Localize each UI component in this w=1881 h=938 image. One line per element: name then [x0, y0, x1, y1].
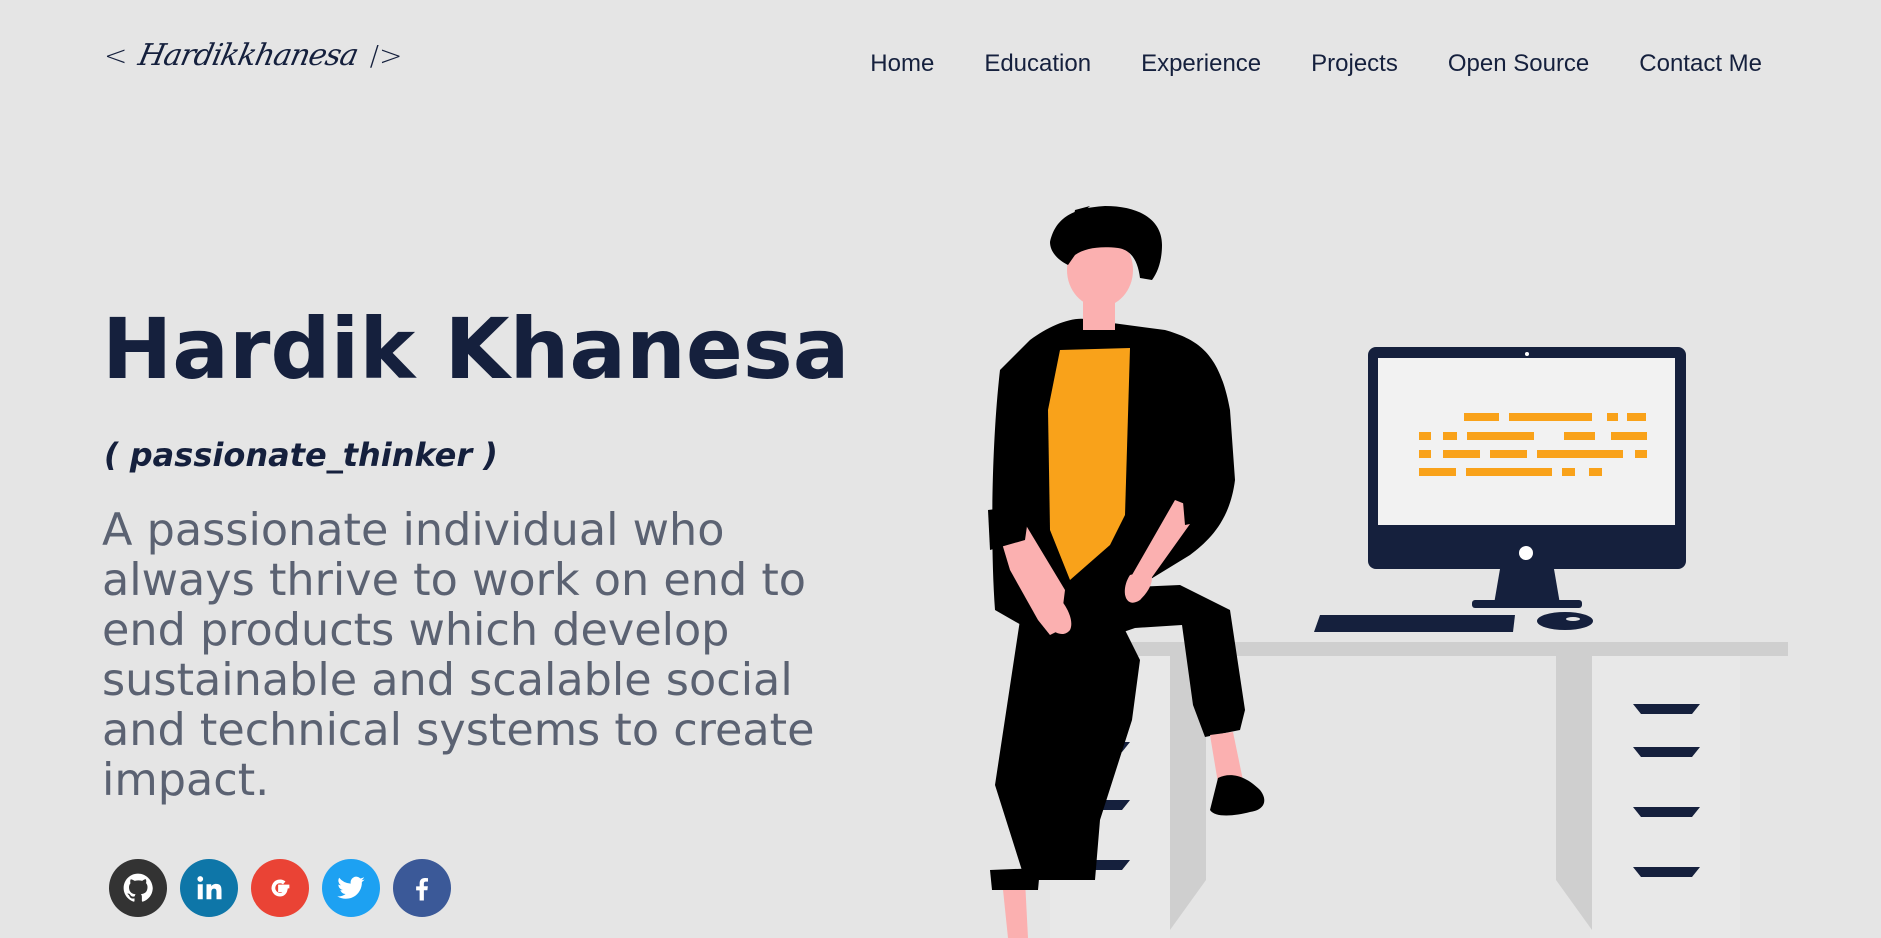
logo-signature: Hardikkhanesa	[135, 38, 362, 73]
person-shoe	[1210, 775, 1265, 816]
monitor-stand	[1494, 569, 1560, 604]
twitter-icon	[337, 876, 365, 899]
desk-right-drawers	[1590, 656, 1740, 938]
nav-contact-me[interactable]: Contact Me	[1639, 50, 1762, 78]
twitter-button[interactable]	[322, 859, 380, 917]
desk-right-leg	[1556, 656, 1592, 930]
main-nav: Home Education Experience Projects Open …	[870, 50, 1762, 78]
github-icon	[123, 873, 153, 902]
mouse	[1537, 612, 1593, 630]
nav-home[interactable]: Home	[870, 50, 934, 78]
desk-top	[1050, 642, 1788, 656]
monitor-button	[1519, 546, 1533, 560]
google-button[interactable]	[251, 859, 309, 917]
monitor-screen	[1378, 358, 1675, 525]
hero-description: A passionate individual who always thriv…	[102, 505, 815, 806]
logo-open-bracket: <	[104, 39, 128, 72]
facebook-button[interactable]	[393, 859, 451, 917]
nav-education[interactable]: Education	[984, 50, 1091, 78]
logo-close-bracket: />	[369, 39, 403, 72]
facebook-icon	[416, 878, 428, 901]
linkedin-icon	[197, 876, 222, 900]
keyboard	[1314, 615, 1515, 632]
google-icon	[271, 879, 290, 897]
nav-projects[interactable]: Projects	[1311, 50, 1398, 78]
github-button[interactable]	[109, 859, 167, 917]
nav-open-source[interactable]: Open Source	[1448, 50, 1589, 78]
hero-name: Hardik Khanesa	[102, 300, 850, 398]
site-logo[interactable]: < Hardikkhanesa />	[104, 38, 402, 73]
social-links	[109, 859, 451, 917]
linkedin-button[interactable]	[180, 859, 238, 917]
nav-experience[interactable]: Experience	[1141, 50, 1261, 78]
hero-tagline: ( passionate_thinker )	[104, 436, 498, 474]
developer-illustration	[988, 206, 1788, 938]
